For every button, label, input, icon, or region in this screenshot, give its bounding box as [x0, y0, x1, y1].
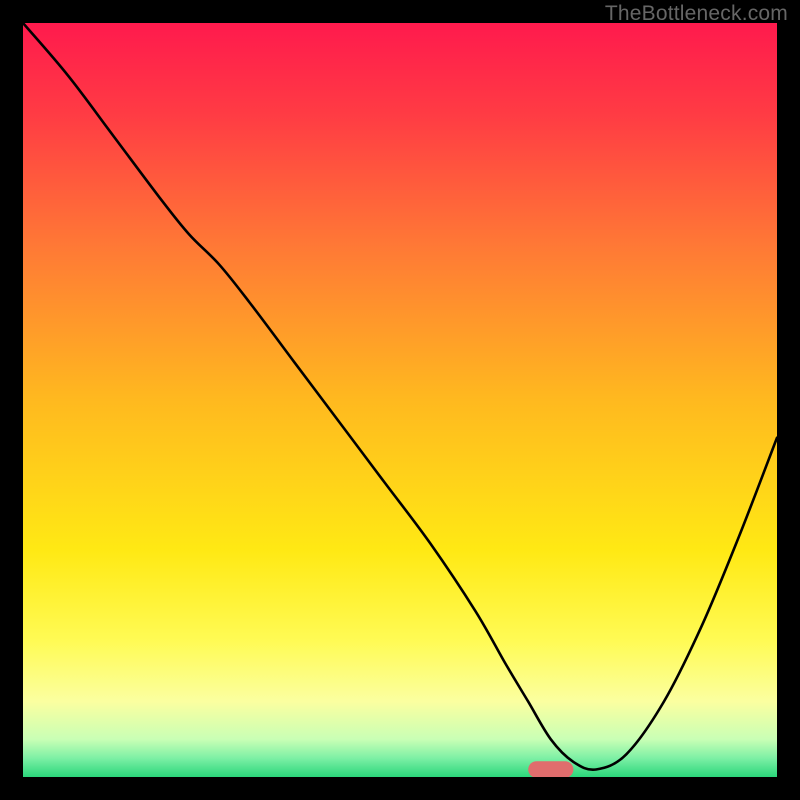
plot-area: [23, 23, 777, 777]
optimal-marker: [528, 761, 573, 777]
chart-svg: [23, 23, 777, 777]
chart-frame: TheBottleneck.com: [0, 0, 800, 800]
gradient-background: [23, 23, 777, 777]
